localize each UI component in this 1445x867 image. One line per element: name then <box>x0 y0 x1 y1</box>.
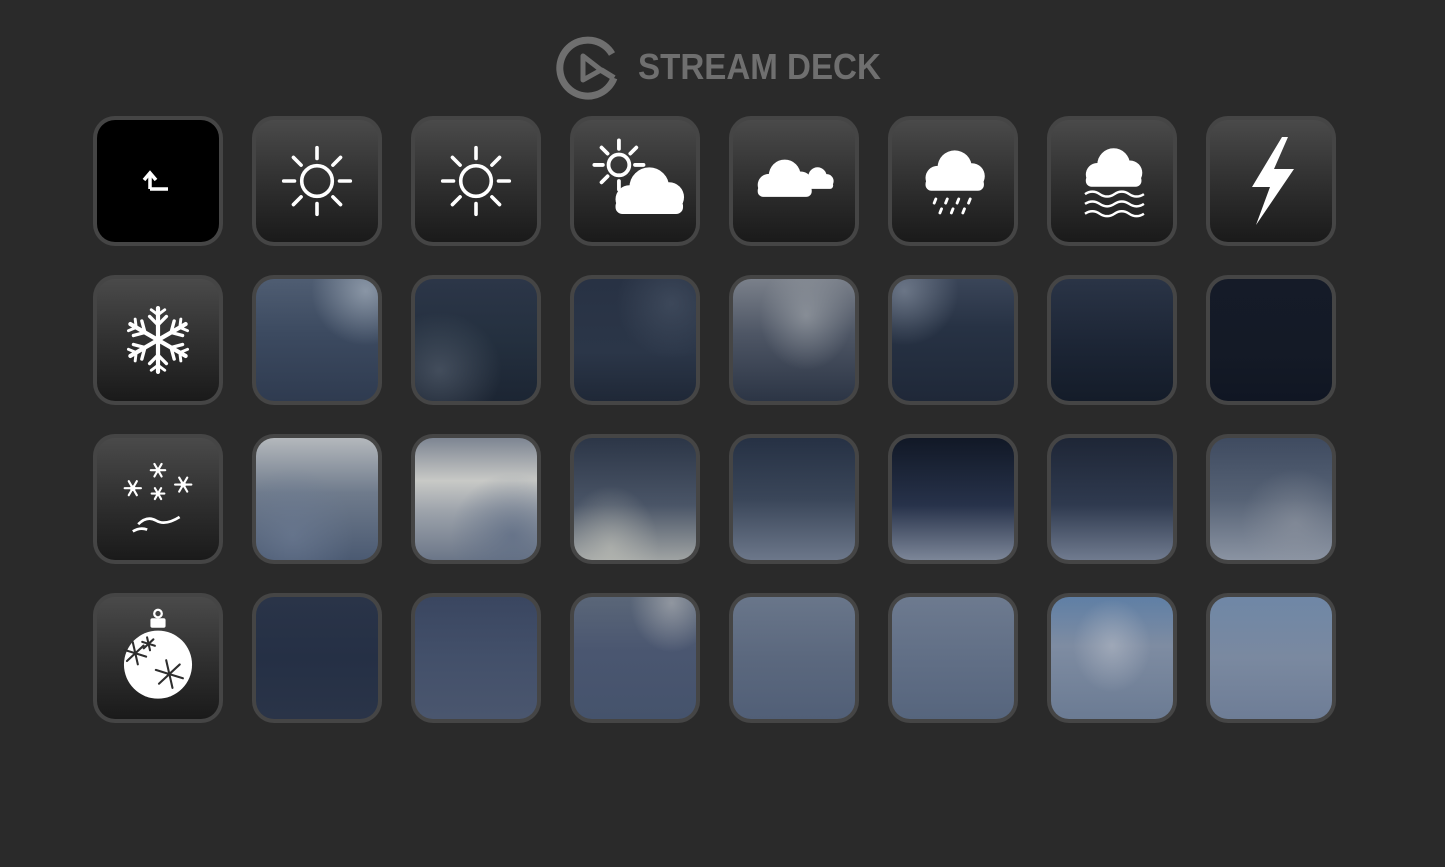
key-sky[interactable] <box>570 434 700 564</box>
sky-image <box>1210 279 1332 401</box>
key-partly-cloudy[interactable] <box>570 116 700 246</box>
brand-title: STREAM DECK <box>638 46 881 87</box>
key-rain[interactable] <box>888 116 1018 246</box>
sky-image <box>574 438 696 560</box>
key-sunny[interactable] <box>252 116 382 246</box>
sun-icon <box>431 136 521 226</box>
key-fog[interactable] <box>1047 116 1177 246</box>
key-sky[interactable] <box>888 593 1018 723</box>
key-cloudy[interactable] <box>729 116 859 246</box>
key-face <box>733 120 855 242</box>
sky-image <box>733 279 855 401</box>
key-sky[interactable] <box>729 593 859 723</box>
brand-header: STREAM DECK <box>556 34 902 100</box>
key-sky[interactable] <box>252 275 382 405</box>
fog-wind-icon <box>1067 136 1157 226</box>
snowflake-icon <box>116 298 200 382</box>
cloudy-icon <box>748 151 840 211</box>
key-face <box>97 438 219 560</box>
key-sky[interactable] <box>252 593 382 723</box>
sky-image <box>415 279 537 401</box>
sun-icon <box>272 136 362 226</box>
sky-image <box>415 597 537 719</box>
key-sky[interactable] <box>1047 275 1177 405</box>
key-face <box>97 597 219 719</box>
key-back[interactable] <box>93 116 223 246</box>
sky-image <box>1051 279 1173 401</box>
key-sky[interactable] <box>1047 593 1177 723</box>
key-sky[interactable] <box>1206 593 1336 723</box>
key-face <box>574 120 696 242</box>
key-sky[interactable] <box>570 275 700 405</box>
key-sky[interactable] <box>888 434 1018 564</box>
sky-image <box>574 279 696 401</box>
sky-image <box>733 438 855 560</box>
key-sky[interactable] <box>888 275 1018 405</box>
key-face <box>1051 120 1173 242</box>
sky-image <box>892 279 1014 401</box>
sky-image <box>256 597 378 719</box>
key-grid <box>93 116 1336 723</box>
sky-image <box>892 438 1014 560</box>
key-storm[interactable] <box>1206 116 1336 246</box>
key-sky[interactable] <box>729 434 859 564</box>
sky-image <box>892 597 1014 719</box>
key-face <box>1210 120 1332 242</box>
key-sky[interactable] <box>1047 434 1177 564</box>
key-face <box>97 120 219 242</box>
key-sky[interactable] <box>252 434 382 564</box>
key-clear[interactable] <box>411 116 541 246</box>
key-holiday[interactable] <box>93 593 223 723</box>
sky-image <box>1210 597 1332 719</box>
key-sky[interactable] <box>411 275 541 405</box>
sky-image <box>415 438 537 560</box>
sky-image <box>1210 438 1332 560</box>
key-face <box>892 120 1014 242</box>
back-arrow-icon <box>138 161 178 201</box>
partly-cloudy-icon <box>583 129 687 233</box>
key-face <box>256 120 378 242</box>
key-face <box>415 120 537 242</box>
lightning-icon <box>1236 131 1306 231</box>
key-sky[interactable] <box>411 593 541 723</box>
sky-image <box>256 438 378 560</box>
key-sky[interactable] <box>411 434 541 564</box>
sky-image <box>1051 438 1173 560</box>
key-sky[interactable] <box>1206 275 1336 405</box>
key-snow[interactable] <box>93 275 223 405</box>
key-sky[interactable] <box>729 275 859 405</box>
snow-wind-icon <box>113 454 203 544</box>
key-face <box>97 279 219 401</box>
key-blizzard[interactable] <box>93 434 223 564</box>
key-sky[interactable] <box>570 593 700 723</box>
elgato-logo-icon <box>556 36 618 100</box>
sky-image <box>1051 597 1173 719</box>
christmas-ornament-icon <box>118 606 198 710</box>
sky-image <box>574 597 696 719</box>
sky-image <box>256 279 378 401</box>
key-sky[interactable] <box>1206 434 1336 564</box>
sky-image <box>733 597 855 719</box>
rain-icon <box>908 136 998 226</box>
